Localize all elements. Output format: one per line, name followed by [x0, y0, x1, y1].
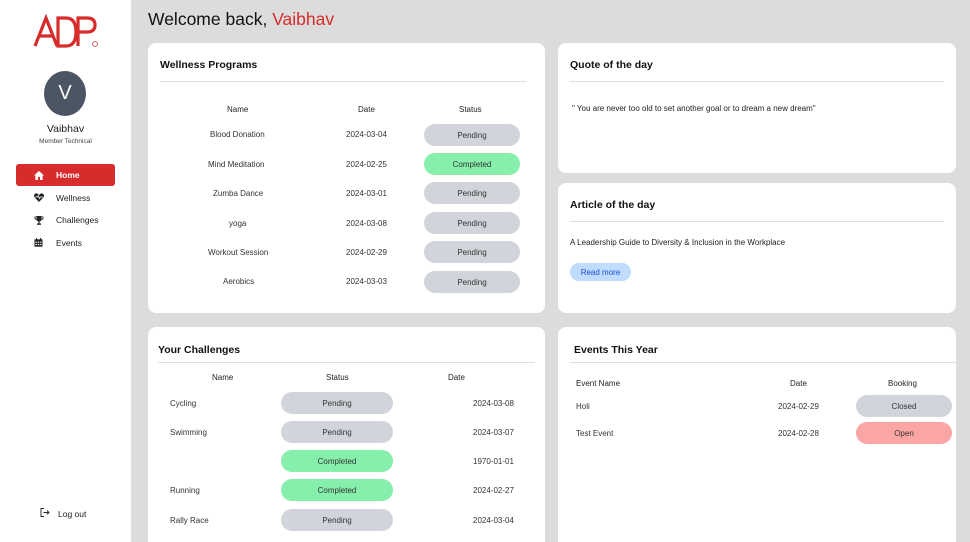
- column-header: Status: [326, 373, 349, 382]
- status-badge: Pending: [424, 212, 520, 234]
- status-badge: Pending: [281, 392, 393, 414]
- divider: [158, 362, 535, 363]
- user-name: Vaibhav: [46, 123, 85, 135]
- column-header: Event Name: [576, 379, 621, 388]
- sidebar-item-wellness[interactable]: Wellness: [16, 187, 115, 209]
- sidebar-item-label: Wellness: [56, 192, 91, 203]
- user-role: Member Technical: [39, 138, 92, 145]
- article-title: A Leadership Guide to Diversity & Inclus…: [570, 238, 786, 247]
- status-badge: Pending: [424, 241, 520, 263]
- adp-logo: [33, 14, 98, 48]
- calendar-icon: [32, 238, 45, 247]
- challenge-date: 2024-03-07: [473, 428, 514, 437]
- status-badge: Completed: [281, 450, 393, 472]
- logout-button[interactable]: Log out: [40, 508, 86, 519]
- card-title: Your Challenges: [158, 344, 241, 356]
- program-date: 2024-03-08: [346, 219, 387, 228]
- status-badge: Completed: [281, 479, 393, 501]
- event-name: Holi: [576, 402, 590, 411]
- sidebar: V Vaibhav Member Technical Home Wellness…: [0, 0, 131, 542]
- column-header: Booking: [888, 379, 917, 388]
- trophy-icon: [32, 215, 45, 225]
- card-title: Quote of the day: [570, 59, 653, 71]
- status-badge: Pending: [424, 124, 520, 146]
- challenge-date: 2024-03-08: [473, 399, 514, 408]
- sidebar-item-events[interactable]: Events: [16, 232, 115, 254]
- challenges-card: Your Challenges Name Status Date Cycling…: [148, 327, 545, 542]
- program-date: 2024-02-29: [346, 248, 387, 257]
- read-more-button[interactable]: Read more: [570, 263, 631, 281]
- sidebar-item-home[interactable]: Home: [16, 164, 115, 186]
- divider: [570, 81, 944, 82]
- booking-badge[interactable]: Closed: [856, 395, 952, 417]
- sidebar-item-label: Home: [56, 170, 80, 180]
- column-header: Date: [448, 373, 465, 382]
- sidebar-nav: Home Wellness Challenges Events: [16, 164, 115, 254]
- avatar[interactable]: V: [44, 71, 86, 116]
- logout-icon: [40, 508, 50, 519]
- program-date: 2024-03-04: [346, 130, 387, 139]
- wellness-programs-card: Wellness Programs Name Date Status Blood…: [148, 43, 545, 313]
- card-title: Article of the day: [570, 199, 656, 211]
- event-date: 2024-02-29: [778, 402, 819, 411]
- card-title: Events This Year: [574, 344, 658, 356]
- challenge-name: Swimming: [170, 428, 207, 437]
- quote-text: " You are never too old to set another g…: [572, 104, 816, 113]
- status-badge: Pending: [424, 271, 520, 293]
- event-name: Test Event: [576, 429, 614, 438]
- challenge-date: 2024-02-27: [473, 486, 514, 495]
- program-date: 2024-03-01: [346, 189, 387, 198]
- logout-label: Log out: [58, 508, 87, 519]
- program-name: Blood Donation: [210, 130, 265, 139]
- program-date: 2024-03-03: [346, 277, 387, 286]
- challenge-date: 1970-01-01: [473, 457, 514, 466]
- sidebar-item-label: Challenges: [56, 215, 99, 226]
- status-badge: Pending: [424, 182, 520, 204]
- events-card: Events This Year Event Name Date Booking…: [558, 327, 956, 542]
- status-badge: Pending: [281, 509, 393, 531]
- challenge-name: Rally Race: [170, 516, 209, 525]
- status-badge: Completed: [424, 153, 520, 175]
- card-title: Wellness Programs: [160, 59, 258, 71]
- challenge-name: Running: [170, 486, 200, 495]
- welcome-prefix: Welcome back,: [148, 9, 268, 29]
- program-name: Aerobics: [223, 277, 255, 286]
- status-badge: Pending: [281, 421, 393, 443]
- sidebar-item-label: Events: [56, 237, 82, 248]
- divider: [570, 221, 944, 222]
- program-name: Mind Meditation: [208, 160, 265, 169]
- program-date: 2024-02-25: [346, 160, 387, 169]
- column-header: Date: [358, 105, 375, 114]
- program-name: Workout Session: [208, 248, 269, 257]
- column-header: Name: [227, 105, 249, 114]
- program-name: yoga: [229, 219, 247, 228]
- divider: [160, 81, 526, 82]
- program-name: Zumba Dance: [213, 189, 264, 198]
- sidebar-item-challenges[interactable]: Challenges: [16, 209, 115, 231]
- divider: [570, 362, 956, 363]
- challenge-date: 2024-03-04: [473, 516, 514, 525]
- heartbeat-icon: [32, 193, 45, 203]
- welcome-name: Vaibhav: [272, 9, 335, 29]
- column-header: Name: [212, 373, 234, 382]
- page-title: Welcome back, Vaibhav: [148, 9, 334, 30]
- column-header: Status: [459, 105, 482, 114]
- quote-card: Quote of the day " You are never too old…: [558, 43, 956, 173]
- article-card: Article of the day A Leadership Guide to…: [558, 183, 956, 313]
- challenge-name: Cycling: [170, 399, 197, 408]
- event-date: 2024-02-28: [778, 429, 819, 438]
- column-header: Date: [790, 379, 807, 388]
- booking-badge[interactable]: Open: [856, 422, 952, 444]
- home-icon: [32, 170, 45, 180]
